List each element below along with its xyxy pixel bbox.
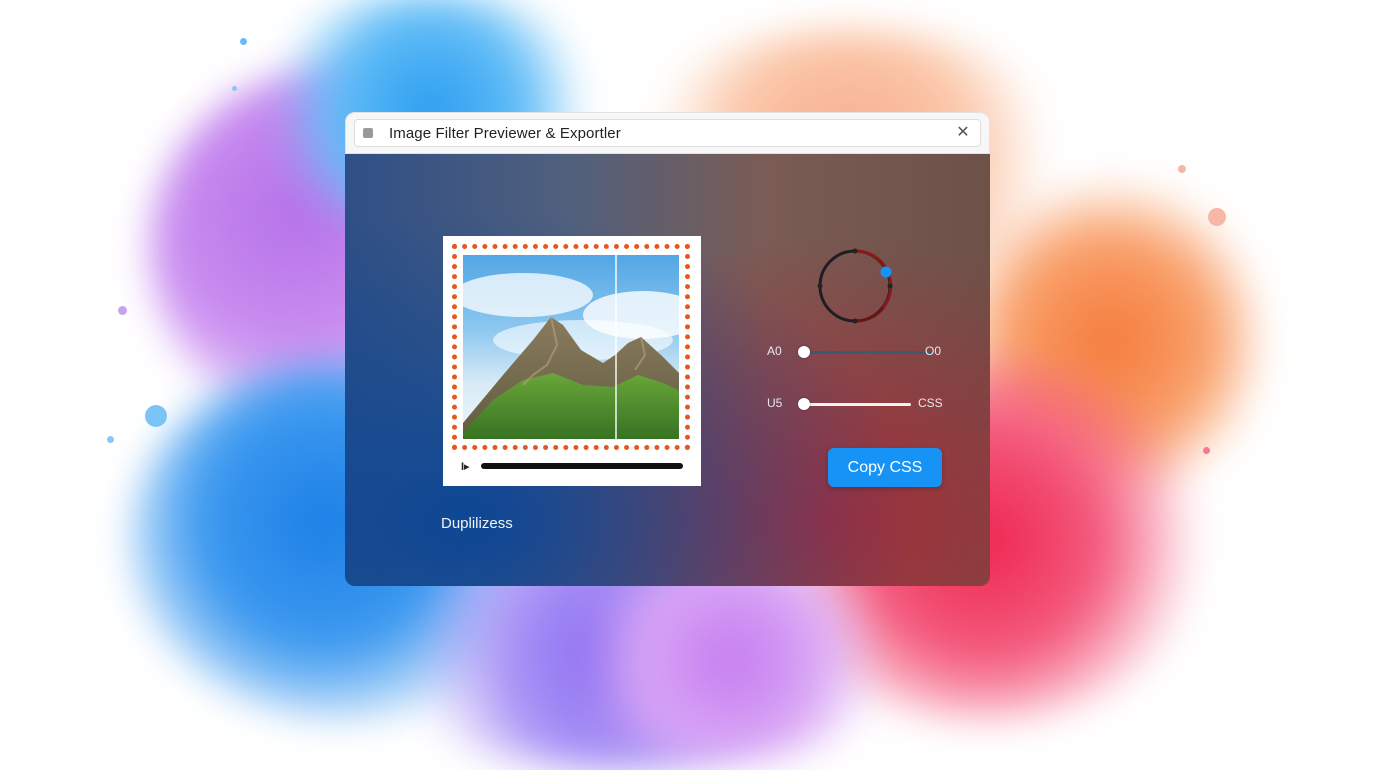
slider-row-1: A0 O0 [765,342,945,362]
play-icon[interactable]: I▸ [461,460,470,473]
paint-dot [232,86,237,91]
image-preview-card: I▸ [443,236,701,486]
paint-dot [1203,447,1210,454]
title-bar: Image Filter Previewer & Exportler ✕ [345,112,990,154]
paint-dot [107,436,114,443]
slider2-right-label: CSS [918,396,943,410]
paint-dot [118,306,127,315]
dial-knob[interactable] [880,266,892,278]
preview-image[interactable] [463,255,679,439]
close-button[interactable]: ✕ [952,122,974,144]
hue-rotation-dial[interactable] [815,246,895,326]
dial-tick [817,283,823,289]
lilac-splash [560,560,900,760]
photo-border-frame [452,244,690,450]
copy-css-button[interactable]: Copy CSS [828,448,942,487]
slider1-thumb[interactable] [798,346,810,358]
paint-dot [1208,208,1226,226]
mountain-landscape-image [463,273,679,439]
paint-dot [145,405,167,427]
footer-label: Duplilizess [441,515,513,532]
slider1-right-label: O0 [925,344,942,358]
slider1-left-label: A0 [767,344,782,358]
dial-tick [852,318,858,324]
compare-split-line[interactable] [615,255,617,439]
app-icon [363,128,373,138]
paint-dot [1178,165,1186,173]
playback-seekbar[interactable] [481,463,683,469]
window-body: I▸ A0 O0 U5 CSS Copy CSS Duplilizess [345,154,990,586]
slider1-track[interactable] [803,351,933,354]
slider2-left-label: U5 [767,396,783,410]
slider2-track[interactable] [803,403,911,406]
title-field: Image Filter Previewer & Exportler ✕ [354,119,981,147]
dial-tick [887,283,893,289]
window-title: Image Filter Previewer & Exportler [389,125,621,142]
paint-dot [240,38,247,45]
slider-row-2: U5 CSS [765,394,945,414]
slider2-thumb[interactable] [798,398,810,410]
close-icon: ✕ [956,124,970,141]
app-window: Image Filter Previewer & Exportler ✕ I▸ … [345,112,990,586]
dial-tick [852,248,858,254]
